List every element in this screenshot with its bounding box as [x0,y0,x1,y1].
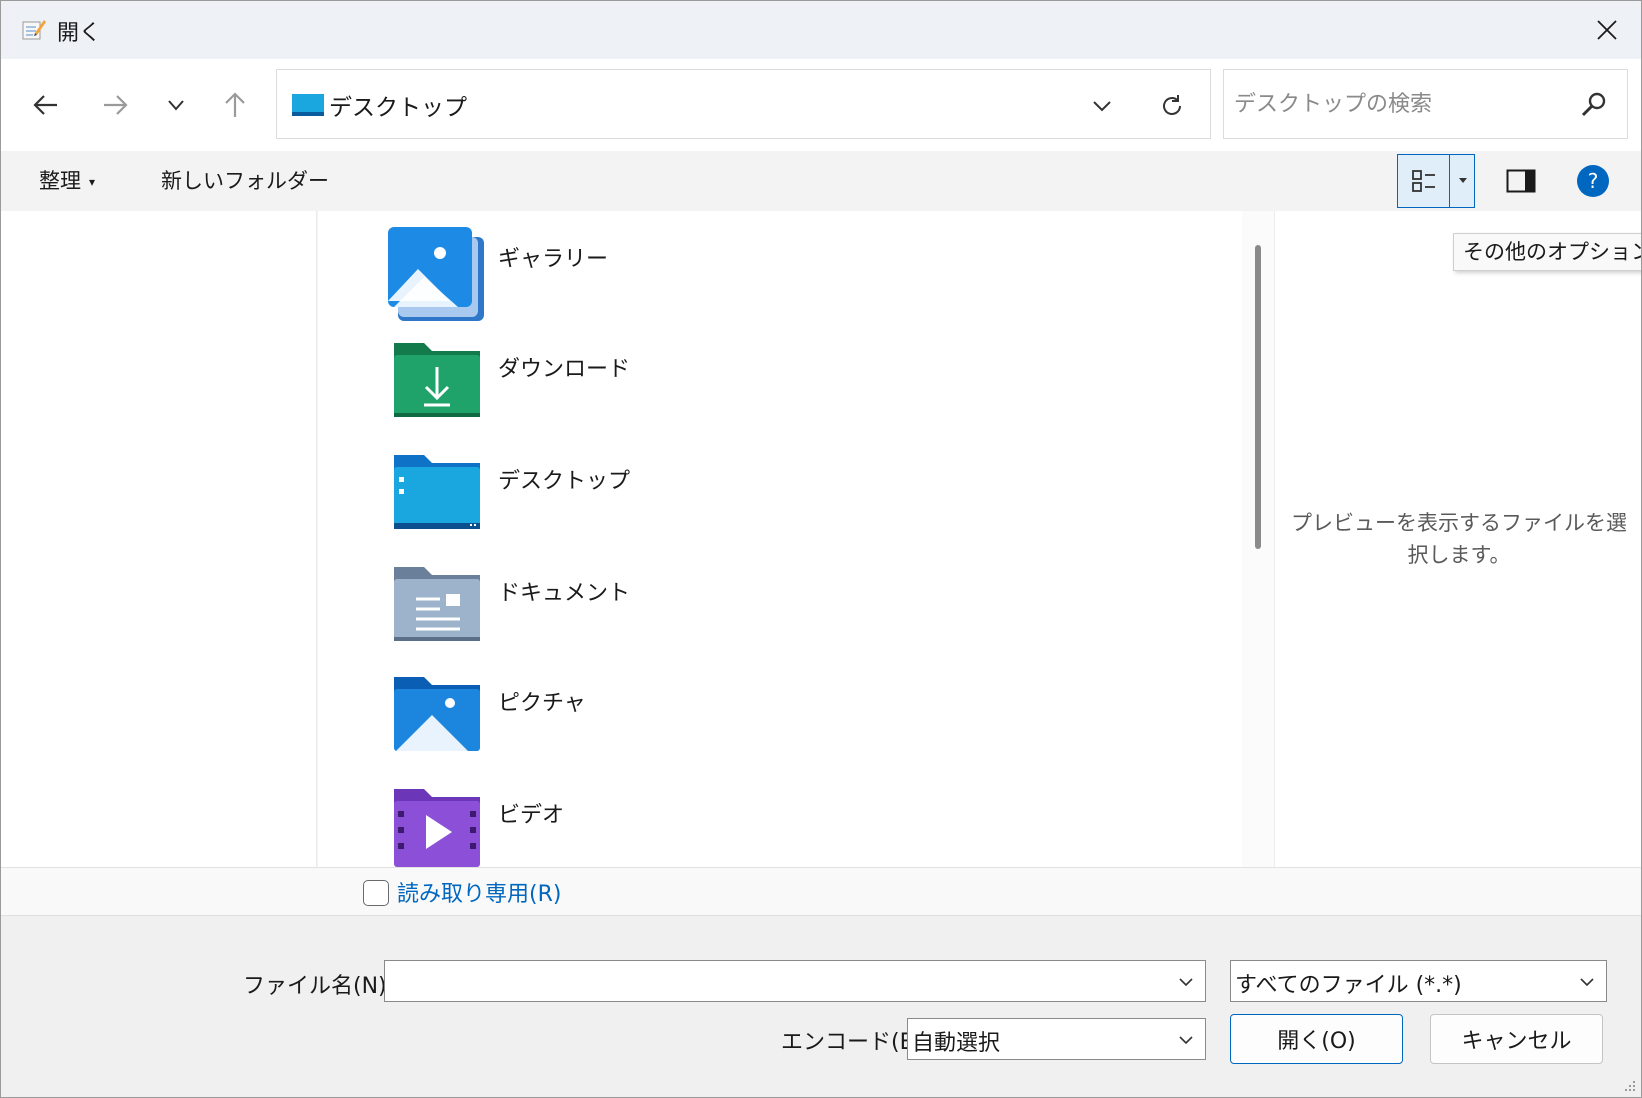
caret-down-icon: ▾ [89,175,96,189]
resize-grip-icon[interactable] [1621,1077,1637,1093]
item-label: ドキュメント [498,581,631,606]
notepad-icon [22,20,46,40]
cancel-button[interactable]: キャンセル [1430,1014,1603,1064]
change-view-button[interactable] [1398,155,1450,207]
list-item-desktop[interactable]: デスクトップ [388,449,788,549]
caret-down-icon [1458,178,1467,183]
help-button[interactable]: ? [1573,161,1613,201]
gallery-icon [388,227,484,321]
command-bar: 整理 ▾ 新しいフォルダー ? [1,151,1641,211]
scrollbar-thumb[interactable] [1255,245,1261,549]
more-options-button[interactable] [1451,155,1474,207]
filename-dropdown-button[interactable] [1175,971,1197,993]
readonly-checkbox[interactable] [363,880,389,906]
navigation-pane[interactable] [1,211,317,867]
filename-input[interactable] [393,967,1153,995]
search-icon [1581,92,1606,117]
encoding-dropdown-button[interactable] [1175,1029,1197,1051]
dialog-footer: ファイル名(N): すべてのファイル (*.*) エンコード(E): 自動選択 [1,915,1641,1097]
address-path: デスクトップ [329,95,467,121]
address-history-button[interactable] [1082,86,1122,126]
file-type-dropdown-button[interactable] [1576,971,1598,993]
encoding-select[interactable]: 自動選択 [907,1018,1206,1060]
window-title: 開く [57,21,102,46]
file-list[interactable]: ギャラリー ダウンロード デスクトップ ドキュメント ピクチャ ビデオ [318,211,1242,867]
desktop-folder-icon [292,94,324,116]
details-view-icon [1411,170,1435,192]
forward-button[interactable] [95,85,135,125]
address-bar[interactable]: デスクトップ [276,69,1211,139]
item-label: デスクトップ [498,469,631,494]
list-item-videos[interactable]: ビデオ [388,783,788,867]
desktop-folder-icon [394,455,480,529]
tooltip: その他のオプション [1453,233,1641,271]
list-item-documents[interactable]: ドキュメント [388,561,788,661]
back-arrow-icon [33,95,57,115]
svg-text:?: ? [1588,169,1599,193]
preview-message: プレビューを表示するファイルを選択します。 [1291,511,1627,567]
help-icon: ? [1577,165,1609,197]
pictures-folder-icon [394,677,480,751]
filename-combobox[interactable] [384,960,1206,1002]
item-label: ダウンロード [498,357,631,382]
search-input[interactable] [1234,84,1564,124]
chevron-down-icon [1093,101,1111,112]
videos-folder-icon [394,789,480,867]
file-list-scrollbar[interactable] [1242,211,1274,867]
recent-locations-button[interactable] [156,85,196,125]
chevron-down-icon [1179,1036,1193,1045]
preview-pane-button[interactable] [1501,161,1541,201]
item-label: ピクチャ [498,691,586,716]
filename-label: ファイル名(N): [243,974,395,999]
view-options-button[interactable] [1397,154,1475,208]
chevron-down-icon [1179,978,1193,987]
list-item-pictures[interactable]: ピクチャ [388,671,788,771]
readonly-label[interactable]: 読み取り専用(R) [397,876,561,908]
list-item-gallery[interactable]: ギャラリー [388,227,788,327]
file-type-select[interactable]: すべてのファイル (*.*) [1230,960,1607,1002]
search-box[interactable] [1223,69,1628,139]
up-button[interactable] [215,85,255,125]
preview-pane: プレビューを表示するファイルを選択します。 [1274,211,1641,867]
refresh-button[interactable] [1152,86,1192,126]
forward-arrow-icon [104,95,128,115]
list-item-downloads[interactable]: ダウンロード [388,337,788,437]
downloads-folder-icon [394,343,480,417]
refresh-icon [1163,95,1181,115]
preview-pane-icon [1506,169,1536,193]
back-button[interactable] [26,85,66,125]
chevron-down-icon [168,100,184,111]
chevron-down-icon [1580,978,1594,987]
encoding-value: 自動選択 [912,1031,1001,1056]
up-arrow-icon [225,92,245,117]
item-label: ギャラリー [498,247,609,272]
readonly-row: 読み取り専用(R) [1,867,1641,915]
open-button[interactable]: 開く(O) [1230,1014,1403,1064]
item-label: ビデオ [498,803,565,828]
close-icon [1597,20,1617,40]
close-button[interactable] [1571,1,1641,59]
open-file-dialog: 開く デスクトップ デスクトップの検索 整理 ▾ 新しいフォルダー ? ギャラリ… [0,0,1642,1098]
navigation-bar: デスクトップ [1,59,1641,151]
file-type-value: すべてのファイル (*.*) [1235,973,1462,998]
organize-label: 整理 [39,169,81,193]
organize-menu[interactable]: 整理 ▾ [39,165,95,195]
new-folder-button[interactable]: 新しいフォルダー [161,165,329,195]
title-bar: 開く [1,1,1641,59]
documents-folder-icon [394,567,480,641]
